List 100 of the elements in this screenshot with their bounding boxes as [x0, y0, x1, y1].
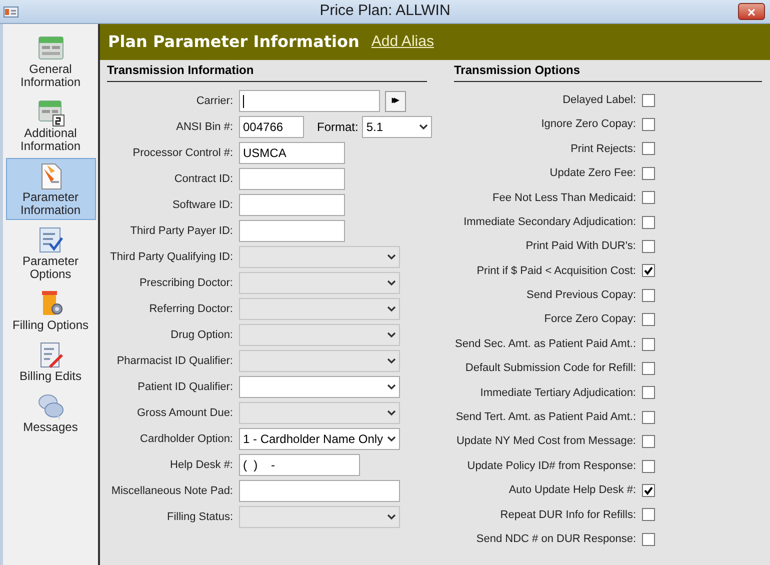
- sidebar-item-label: Messages: [23, 421, 78, 434]
- sidebar-item[interactable]: Messages: [6, 388, 96, 437]
- text-field[interactable]: [239, 220, 345, 242]
- checkbox[interactable]: [642, 386, 655, 400]
- option-label: Send Sec. Amt. as Patient Paid Amt.:: [454, 336, 637, 352]
- option-label: Force Zero Copay:: [543, 312, 637, 328]
- field-label: Format:: [317, 119, 358, 136]
- sidebar-item-label: Parameter Information: [19, 191, 82, 217]
- sidebar-item[interactable]: Additional Information: [6, 94, 96, 156]
- option-label: Immediate Tertiary Adjudication:: [479, 386, 637, 401]
- checkbox[interactable]: [642, 435, 655, 448]
- option-label: Print Rejects:: [570, 142, 637, 157]
- checkbox[interactable]: [642, 313, 655, 326]
- field-label: Gross Amount Due:: [136, 406, 234, 421]
- dropdown-caret-icon: [387, 358, 396, 364]
- field-label: Filling Status:: [166, 510, 234, 525]
- field-label: Cardholder Option:: [139, 432, 234, 447]
- text-field[interactable]: [239, 480, 400, 502]
- dropdown-caret-icon: [387, 332, 396, 338]
- carrier-field[interactable]: [239, 90, 380, 112]
- section-heading: Transmission Information: [107, 64, 427, 82]
- checkbox[interactable]: [642, 338, 655, 351]
- field-label: Patient ID Qualifier:: [136, 380, 234, 395]
- option-label: Update Policy ID# from Response:: [466, 458, 637, 474]
- sidebar-item[interactable]: Filling Options: [6, 286, 96, 335]
- text-field[interactable]: USMCA: [239, 142, 345, 164]
- dropdown-caret-icon: [387, 514, 396, 520]
- option-label: Auto Update Help Desk #:: [508, 483, 637, 498]
- checkbox[interactable]: [642, 460, 655, 473]
- text-field[interactable]: 004766: [239, 116, 304, 138]
- checkbox[interactable]: [642, 118, 655, 132]
- option-label: Send Previous Copay:: [526, 288, 637, 304]
- option-label: Send NDC # on DUR Response:: [475, 532, 637, 547]
- sidebar-item[interactable]: Parameter Information: [6, 158, 96, 220]
- option-label: Immediate Secondary Adjudication:: [462, 214, 637, 230]
- dropdown-caret-icon: [387, 306, 396, 312]
- dropdown-caret-icon: [387, 436, 396, 442]
- format-select[interactable]: 5.1: [362, 116, 432, 138]
- sidebar-item[interactable]: General Information: [6, 30, 96, 92]
- window-title: Price Plan: ALLWIN: [320, 1, 450, 22]
- checkbox[interactable]: [642, 288, 655, 302]
- app-icon: [3, 4, 19, 18]
- field-label: Carrier:: [195, 94, 234, 109]
- option-label: Repeat DUR Info for Refills:: [499, 508, 637, 523]
- field-label: Pharmacist ID Qualifier:: [116, 354, 234, 369]
- field-label: Third Party Payer ID:: [129, 224, 234, 239]
- checklist-icon: [36, 225, 64, 255]
- field-label: Prescribing Doctor:: [138, 276, 234, 291]
- field-label: Referring Doctor:: [148, 302, 234, 317]
- field-label: Third Party Qualifying ID:: [109, 250, 234, 265]
- checkbox[interactable]: [642, 484, 655, 497]
- field-label: Processor Control #:: [132, 146, 234, 161]
- sidebar-item-label: Billing Edits: [19, 370, 82, 383]
- select-field[interactable]: 1 - Cardholder Name Only: [239, 428, 400, 450]
- checkbox[interactable]: [642, 240, 655, 254]
- field-label: Contract ID:: [173, 172, 234, 187]
- add-alias-link[interactable]: Add Alias: [371, 30, 434, 54]
- checkbox[interactable]: [642, 362, 655, 375]
- option-label: Fee Not Less Than Medicaid:: [492, 190, 637, 206]
- dropdown-caret-icon: [419, 124, 428, 130]
- checkbox[interactable]: [642, 216, 655, 229]
- checkbox[interactable]: [642, 166, 655, 180]
- sidebar-item-label: General Information: [19, 63, 82, 89]
- checkbox[interactable]: [642, 264, 655, 278]
- sidebar-item-label: Filling Options: [12, 319, 89, 332]
- dropdown-caret-icon: [387, 254, 396, 260]
- field-label: Miscellaneous Note Pad:: [110, 484, 234, 499]
- header-title: Plan Parameter Information: [108, 31, 360, 53]
- checkmark-icon: [644, 266, 653, 276]
- checkbox[interactable]: [642, 142, 655, 156]
- text-field[interactable]: [239, 168, 345, 190]
- section-heading: Transmission Options: [454, 64, 762, 82]
- sidebar-item[interactable]: Billing Edits: [6, 337, 96, 386]
- field-label: Software ID:: [171, 198, 234, 213]
- text-field[interactable]: [239, 194, 345, 216]
- checkbox[interactable]: [642, 410, 655, 424]
- field-label: ANSI Bin #:: [175, 120, 234, 135]
- sidebar-item-label: Additional Information: [19, 127, 82, 153]
- option-label: Print if $ Paid < Acquisition Cost:: [476, 264, 637, 279]
- option-label: Print Paid With DUR's:: [524, 239, 637, 254]
- option-label: Send Tert. Amt. as Patient Paid Amt.:: [454, 410, 637, 426]
- dropdown-caret-icon: [387, 410, 396, 416]
- option-label: Update NY Med Cost from Message:: [455, 434, 637, 450]
- sidebar-item[interactable]: Parameter Options: [6, 222, 96, 284]
- option-label: Default Submission Code for Refill:: [464, 361, 637, 376]
- field-label: Drug Option:: [170, 328, 234, 343]
- sidebar-item-label: Parameter Options: [21, 255, 80, 281]
- checkbox[interactable]: [642, 532, 655, 546]
- select-field[interactable]: [239, 376, 400, 398]
- checkbox[interactable]: [642, 94, 655, 107]
- option-label: Delayed Label:: [562, 92, 637, 108]
- checkbox[interactable]: [642, 191, 655, 204]
- checkmark-icon: [644, 486, 653, 495]
- dropdown-caret-icon: [387, 384, 396, 390]
- checkbox[interactable]: [642, 508, 655, 522]
- dropdown-caret-icon: [387, 280, 396, 286]
- phone-field[interactable]: ( ) -: [239, 454, 360, 476]
- option-label: Update Zero Fee:: [548, 166, 637, 182]
- lookup-button[interactable]: ▸▸: [385, 90, 406, 112]
- field-label: Help Desk #:: [169, 458, 234, 473]
